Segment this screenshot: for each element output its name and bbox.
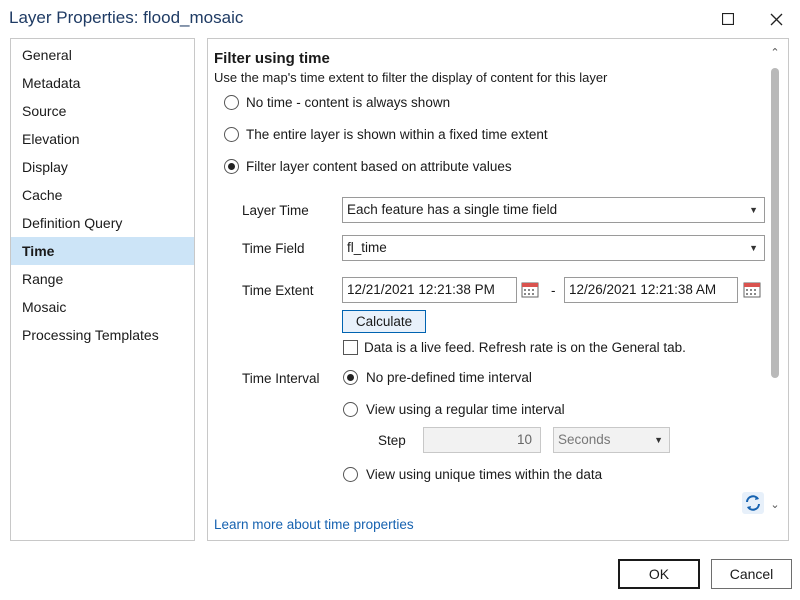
extent-start-calendar-button[interactable] <box>521 280 539 301</box>
radio-no-interval[interactable]: No pre-defined time interval <box>343 370 532 385</box>
scroll-down-arrow[interactable]: ⌄ <box>767 498 783 512</box>
radio-regular-interval[interactable]: View using a regular time interval <box>343 402 565 417</box>
extent-start-input[interactable]: 12/21/2021 12:21:38 PM <box>342 277 517 303</box>
radio-button[interactable] <box>343 467 358 482</box>
radio-label: View using a regular time interval <box>366 402 565 417</box>
nav-item-general[interactable]: General <box>11 41 194 69</box>
radio-button[interactable] <box>343 402 358 417</box>
properties-nav: General Metadata Source Elevation Displa… <box>10 38 195 541</box>
radio-label: The entire layer is shown within a fixed… <box>246 127 548 142</box>
nav-item-processing-templates[interactable]: Processing Templates <box>11 321 194 349</box>
chevron-down-icon: ▼ <box>654 435 663 445</box>
radio-selected-dot <box>347 374 354 381</box>
live-feed-checkbox[interactable] <box>343 340 358 355</box>
maximize-button[interactable] <box>708 4 748 34</box>
ok-button[interactable]: OK <box>618 559 700 589</box>
time-field-value: fl_time <box>347 240 387 255</box>
nav-item-source[interactable]: Source <box>11 97 194 125</box>
nav-item-cache[interactable]: Cache <box>11 181 194 209</box>
radio-button[interactable] <box>224 127 239 142</box>
radio-filter-attribute[interactable]: Filter layer content based on attribute … <box>224 159 512 174</box>
section-description: Use the map's time extent to filter the … <box>214 70 608 85</box>
radio-selected-dot <box>228 163 235 170</box>
layer-time-value: Each feature has a single time field <box>347 202 558 217</box>
extent-separator: - <box>551 283 556 298</box>
scroll-up-arrow[interactable]: ⌃ <box>767 46 783 60</box>
close-icon <box>770 13 782 25</box>
layer-time-label: Layer Time <box>242 203 309 218</box>
radio-button[interactable] <box>224 95 239 110</box>
calendar-icon <box>521 282 539 298</box>
refresh-icon <box>742 492 764 514</box>
nav-item-definition-query[interactable]: Definition Query <box>11 209 194 237</box>
title-bar: Layer Properties: flood_mosaic <box>0 0 800 38</box>
time-field-label: Time Field <box>242 241 305 256</box>
calculate-button[interactable]: Calculate <box>342 310 426 333</box>
maximize-icon <box>722 13 734 25</box>
nav-item-metadata[interactable]: Metadata <box>11 69 194 97</box>
step-unit-dropdown[interactable]: Seconds ▼ <box>553 427 670 453</box>
close-button[interactable] <box>756 4 796 34</box>
layer-time-dropdown[interactable]: Each feature has a single time field ▼ <box>342 197 765 223</box>
nav-item-range[interactable]: Range <box>11 265 194 293</box>
time-extent-label: Time Extent <box>242 283 314 298</box>
step-value-input[interactable]: 10 <box>423 427 541 453</box>
radio-no-time[interactable]: No time - content is always shown <box>224 95 450 110</box>
chevron-down-icon: ▼ <box>749 205 758 215</box>
radio-label: Filter layer content based on attribute … <box>246 159 512 174</box>
radio-label: No time - content is always shown <box>246 95 451 110</box>
live-feed-label: Data is a live feed. Refresh rate is on … <box>364 340 686 355</box>
calendar-icon <box>743 282 761 298</box>
radio-button[interactable] <box>343 370 358 385</box>
radio-button[interactable] <box>224 159 239 174</box>
nav-item-mosaic[interactable]: Mosaic <box>11 293 194 321</box>
learn-more-link[interactable]: Learn more about time properties <box>214 517 414 532</box>
extent-end-calendar-button[interactable] <box>743 280 761 301</box>
nav-item-elevation[interactable]: Elevation <box>11 125 194 153</box>
radio-fixed-extent[interactable]: The entire layer is shown within a fixed… <box>224 127 548 142</box>
radio-unique-times[interactable]: View using unique times within the data <box>343 467 602 482</box>
step-unit-value: Seconds <box>558 432 611 447</box>
radio-label: No pre-defined time interval <box>366 370 532 385</box>
refresh-button[interactable] <box>742 492 764 514</box>
window-title: Layer Properties: flood_mosaic <box>9 8 244 27</box>
time-field-dropdown[interactable]: fl_time ▼ <box>342 235 765 261</box>
scrollbar-thumb[interactable] <box>771 68 779 378</box>
section-title: Filter using time <box>214 50 330 67</box>
live-feed-option[interactable]: Data is a live feed. Refresh rate is on … <box>343 340 686 355</box>
time-interval-label: Time Interval <box>242 371 320 386</box>
cancel-button[interactable]: Cancel <box>711 559 792 589</box>
extent-end-input[interactable]: 12/26/2021 12:21:38 AM <box>564 277 738 303</box>
radio-label: View using unique times within the data <box>366 467 603 482</box>
nav-item-display[interactable]: Display <box>11 153 194 181</box>
step-label: Step <box>378 433 406 448</box>
chevron-down-icon: ▼ <box>749 243 758 253</box>
nav-item-time[interactable]: Time <box>11 237 194 265</box>
